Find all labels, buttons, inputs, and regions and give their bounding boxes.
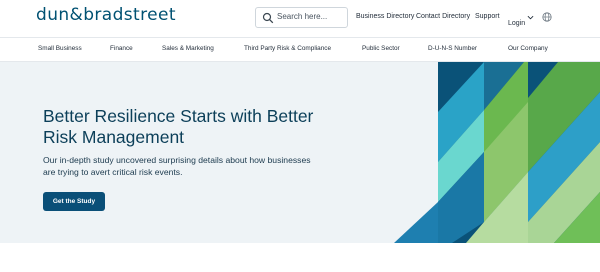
- nav-public-sector[interactable]: Public Sector: [362, 45, 400, 52]
- search-box[interactable]: Search here...: [255, 7, 348, 28]
- login-label: Login: [508, 20, 526, 27]
- top-bar: dun&bradstreet Search here... Business D…: [0, 0, 600, 37]
- chevron-down-icon: [527, 15, 534, 20]
- nav-third-party-risk[interactable]: Third Party Risk & Compliance: [244, 45, 331, 52]
- nav-small-business[interactable]: Small Business: [38, 45, 82, 52]
- globe-icon[interactable]: [542, 12, 552, 22]
- hero-title: Better Resilience Starts with Better Ris…: [43, 106, 314, 147]
- dun-bradstreet-logo[interactable]: dun&bradstreet: [36, 5, 176, 25]
- topnav-contact-directory[interactable]: Contact Directory: [416, 13, 470, 20]
- nav-duns-number[interactable]: D-U-N-S Number: [428, 45, 477, 52]
- hero-description: Our in-depth study uncovered surprising …: [43, 155, 311, 177]
- login-menu[interactable]: Login: [508, 12, 534, 27]
- main-navigation: Small Business Finance Sales & Marketing…: [0, 37, 600, 62]
- hero-stripes-illustration: [394, 62, 600, 243]
- topnav-business-directory[interactable]: Business Directory: [356, 13, 414, 20]
- search-input[interactable]: Search here...: [277, 12, 327, 21]
- page-content-below: [0, 243, 600, 272]
- hero-banner: Better Resilience Starts with Better Ris…: [0, 62, 600, 243]
- topnav-support[interactable]: Support: [475, 13, 500, 20]
- nav-sales-marketing[interactable]: Sales & Marketing: [162, 45, 214, 52]
- get-the-study-button[interactable]: Get the Study: [43, 192, 105, 211]
- search-icon: [262, 12, 274, 24]
- nav-our-company[interactable]: Our Company: [508, 45, 548, 52]
- nav-finance[interactable]: Finance: [110, 45, 133, 52]
